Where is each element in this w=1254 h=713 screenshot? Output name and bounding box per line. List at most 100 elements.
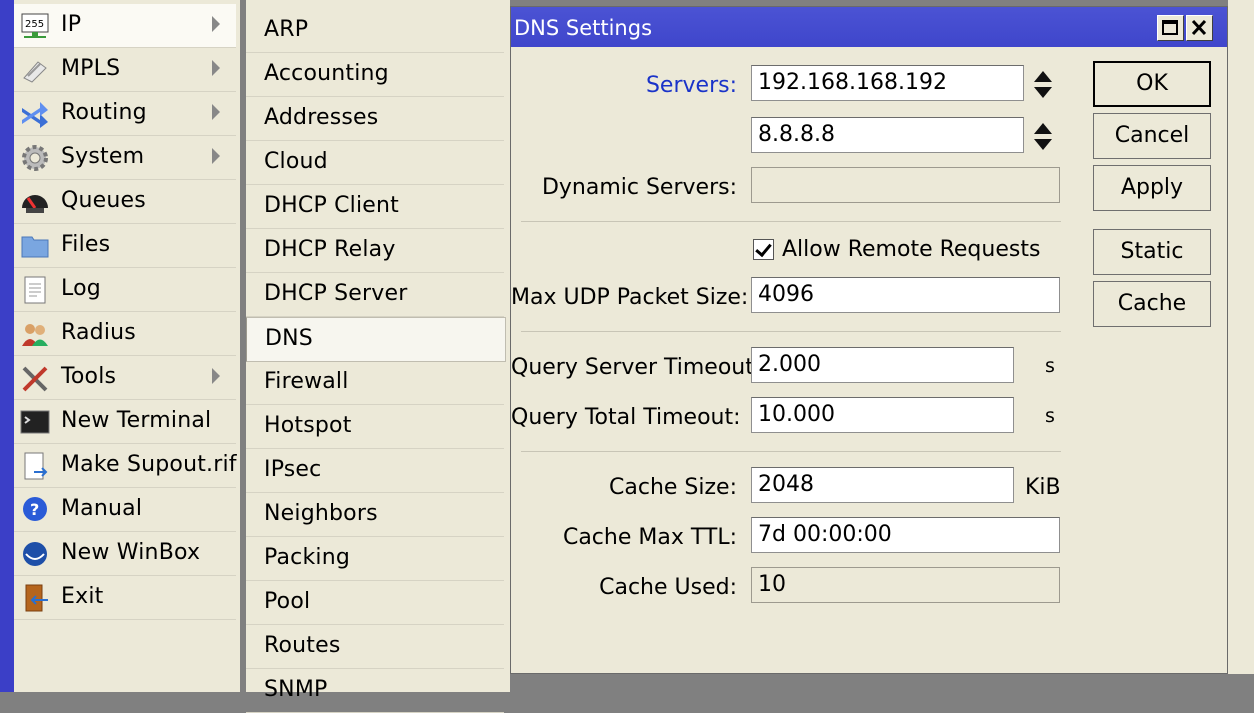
cache-max-ttl-input[interactable]: 7d 00:00:00: [751, 517, 1060, 553]
workspace-edge: [1228, 0, 1254, 674]
maximize-button[interactable]: [1157, 15, 1184, 41]
submenu-item-label: Hotspot: [264, 413, 352, 438]
menu-item-new-winbox[interactable]: New WinBox: [14, 532, 236, 576]
separator: [521, 451, 1061, 452]
ok-button[interactable]: OK: [1093, 61, 1211, 107]
cache-button[interactable]: Cache: [1093, 281, 1211, 327]
submenu-item-addresses[interactable]: Addresses: [246, 97, 504, 141]
menu-item-radius[interactable]: Radius: [14, 312, 236, 356]
menu-item-manual[interactable]: ? Manual: [14, 488, 236, 532]
submenu-arrow-icon: [212, 104, 220, 120]
menu-item-exit[interactable]: Exit: [14, 576, 236, 620]
menu-item-new-terminal[interactable]: New Terminal: [14, 400, 236, 444]
winbox-icon: [23, 542, 47, 566]
mpls-icon: [23, 61, 47, 83]
menu-item-label: New WinBox: [61, 540, 201, 565]
menu-item-label: Routing: [61, 100, 147, 125]
query-total-timeout-label: Query Total Timeout:: [511, 405, 741, 430]
submenu-arrow-icon: [212, 16, 220, 32]
cache-size-input[interactable]: 2048: [751, 467, 1014, 503]
menu-item-log[interactable]: Log: [14, 268, 236, 312]
submenu-item-snmp[interactable]: SNMP: [246, 669, 504, 713]
submenu-item-arp[interactable]: ARP: [246, 9, 504, 53]
menu-item-label: New Terminal: [61, 408, 212, 433]
max-udp-packet-size-label: Max UDP Packet Size:: [511, 285, 749, 310]
submenu-item-routes[interactable]: Routes: [246, 625, 504, 669]
exit-door-icon: [25, 584, 48, 612]
submenu-item-ipsec[interactable]: IPsec: [246, 449, 504, 493]
menu-item-system[interactable]: System: [14, 136, 236, 180]
submenu-item-label: IPsec: [264, 457, 322, 482]
allow-remote-requests-label[interactable]: Allow Remote Requests: [782, 237, 1040, 262]
dynamic-servers-label: Dynamic Servers:: [541, 175, 737, 200]
server-1-input[interactable]: 192.168.168.192: [751, 65, 1024, 101]
server-2-input[interactable]: 8.8.8.8: [751, 117, 1024, 153]
query-server-timeout-input[interactable]: 2.000: [751, 347, 1014, 383]
menu-item-make-supout[interactable]: Make Supout.rif: [14, 444, 237, 488]
ip-submenu: ARP Accounting Addresses Cloud DHCP Clie…: [246, 0, 510, 713]
arrow-down-icon: [1034, 139, 1052, 150]
cache-max-ttl-label: Cache Max TTL:: [562, 525, 737, 550]
close-button[interactable]: [1186, 15, 1213, 41]
dns-settings-dialog: DNS Settings Servers: 192.168.168.192 8.…: [510, 6, 1228, 674]
submenu-item-dhcp-server[interactable]: DHCP Server: [246, 273, 504, 317]
workspace-bottom: [510, 674, 1254, 692]
allow-remote-requests-checkbox[interactable]: [753, 239, 774, 260]
query-server-timeout-label: Query Server Timeout:: [511, 355, 762, 380]
submenu-item-hotspot[interactable]: Hotspot: [246, 405, 504, 449]
server-2-reorder-spinner[interactable]: [1034, 123, 1052, 153]
log-document-icon: [24, 276, 46, 304]
submenu-item-dns[interactable]: DNS: [246, 317, 506, 362]
menu-item-routing[interactable]: Routing: [14, 92, 236, 136]
static-button[interactable]: Static: [1093, 229, 1211, 275]
submenu-item-label: DHCP Relay: [264, 237, 396, 262]
dialog-title: DNS Settings: [514, 16, 653, 40]
submenu-item-packing[interactable]: Packing: [246, 537, 504, 581]
submenu-item-accounting[interactable]: Accounting: [246, 53, 504, 97]
menu-item-label: Radius: [61, 320, 136, 345]
menu-item-ip[interactable]: 255 IP: [14, 4, 236, 48]
apply-button[interactable]: Apply: [1093, 165, 1211, 211]
menu-item-label: Tools: [61, 364, 117, 389]
submenu-item-label: Pool: [264, 589, 311, 614]
menu-item-files[interactable]: Files: [14, 224, 236, 268]
arrow-up-icon: [1034, 71, 1052, 82]
submenu-item-label: Accounting: [264, 61, 389, 86]
query-total-timeout-input[interactable]: 10.000: [751, 397, 1014, 433]
svg-text:255: 255: [25, 19, 44, 30]
max-udp-packet-size-input[interactable]: 4096: [751, 277, 1060, 313]
tools-icon: [22, 366, 48, 392]
submenu-item-label: Packing: [264, 545, 351, 570]
ip-address-icon: 255: [21, 13, 49, 38]
submenu-item-pool[interactable]: Pool: [246, 581, 504, 625]
separator: [521, 221, 1061, 222]
submenu-item-label: Routes: [264, 633, 341, 658]
arrow-up-icon: [1034, 123, 1052, 134]
submenu-item-firewall[interactable]: Firewall: [246, 361, 504, 405]
menu-item-tools[interactable]: Tools: [14, 356, 236, 400]
dialog-title-bar[interactable]: DNS Settings: [511, 7, 1227, 47]
help-icon: ?: [23, 497, 47, 521]
server-1-reorder-spinner[interactable]: [1034, 71, 1052, 101]
folder-icon: [21, 236, 49, 258]
menu-item-label: MPLS: [61, 56, 121, 81]
submenu-arrow-icon: [212, 148, 220, 164]
separator: [521, 331, 1061, 332]
submenu-item-dhcp-client[interactable]: DHCP Client: [246, 185, 504, 229]
maximize-icon: [1162, 20, 1178, 35]
submenu-item-cloud[interactable]: Cloud: [246, 141, 504, 185]
arrow-down-icon: [1034, 87, 1052, 98]
menu-item-queues[interactable]: Queues: [14, 180, 236, 224]
cancel-button[interactable]: Cancel: [1093, 113, 1211, 159]
submenu-item-dhcp-relay[interactable]: DHCP Relay: [246, 229, 504, 273]
queues-gauge-icon: [22, 195, 48, 213]
submenu-item-neighbors[interactable]: Neighbors: [246, 493, 504, 537]
submenu-item-label: ARP: [264, 17, 309, 42]
submenu-item-label: DHCP Server: [264, 281, 408, 306]
menu-item-mpls[interactable]: MPLS: [14, 48, 236, 92]
menu-item-label: IP: [61, 12, 82, 37]
main-menu: 255 IP MPLS Routing System Queues Files …: [14, 0, 240, 692]
submenu-item-label: DNS: [265, 326, 313, 351]
submenu-item-label: Neighbors: [264, 501, 378, 526]
servers-label: Servers:: [645, 73, 737, 98]
